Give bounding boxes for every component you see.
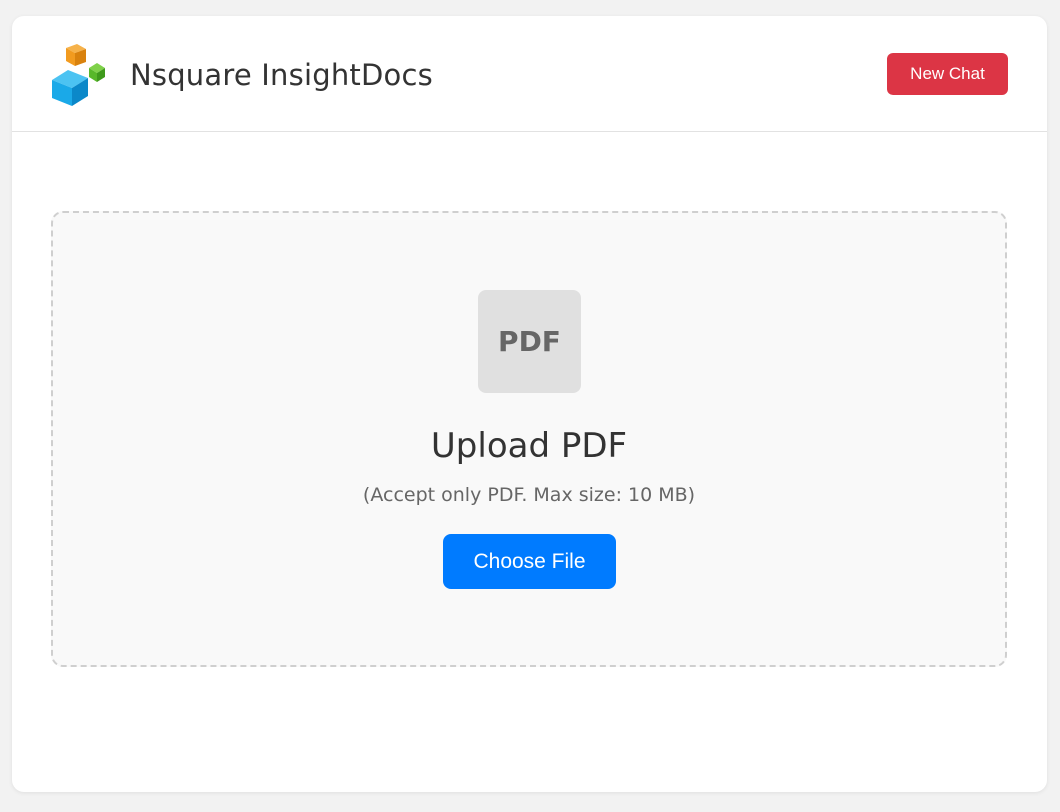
upload-title: Upload PDF [430,426,628,466]
app-card: Nsquare InsightDocs New Chat PDF Upload … [12,16,1047,792]
pdf-file-icon: PDF [478,290,581,393]
app-title: Nsquare InsightDocs [130,58,433,92]
new-chat-button[interactable]: New Chat [887,53,1008,95]
app-header: Nsquare InsightDocs New Chat [12,16,1047,132]
upload-hint: (Accept only PDF. Max size: 10 MB) [362,484,696,506]
choose-file-button[interactable]: Choose File [443,534,616,589]
pdf-upload-dropzone[interactable]: PDF Upload PDF (Accept only PDF. Max siz… [51,211,1007,667]
stacked-cubes-logo-icon [50,42,110,108]
